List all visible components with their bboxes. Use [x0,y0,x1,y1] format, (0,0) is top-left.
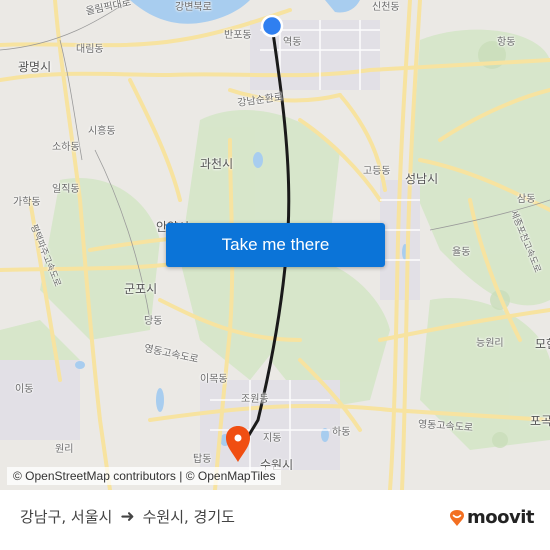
map-attribution[interactable]: © OpenStreetMap contributors | © OpenMap… [7,467,282,485]
map-label: 가학동 [13,197,41,208]
route-summary: 강남구, 서울시 ➜ 수원시, 경기도 [20,506,235,527]
map-label: 일직동 [52,184,80,195]
map-label: 고등동 [363,166,391,177]
map-label: 성남시 [405,172,439,186]
map-label: 광명시 [18,60,52,74]
origin-dot-icon [260,14,284,38]
map-label: 반포동 [224,30,252,41]
map-label: 신천동 [372,2,400,13]
map-label: 삼동 [517,194,536,205]
map-label: 대림동 [76,44,104,55]
map-label: 이동 [15,384,34,395]
moovit-logo[interactable]: moovit [449,507,535,528]
map-label: 지동 [263,433,282,444]
map-label: 항동 [497,37,516,48]
footer: 강남구, 서울시 ➜ 수원시, 경기도 moovit [0,490,550,550]
arrow-right-icon: ➜ [120,506,135,527]
map-label: 군포시 [124,282,158,296]
map-label: 모현 [535,337,550,351]
map-label: 능원리 [476,338,504,349]
map-label: 역동 [283,37,302,48]
map-label: 탑동 [193,454,212,465]
map-label: 이목동 [200,374,228,385]
map-label: 하동 [332,427,351,438]
map-label: 조원동 [241,394,269,405]
moovit-pin-icon [450,509,464,526]
map-label: 과천시 [200,157,234,171]
destination-label: 수원시, 경기도 [142,508,235,526]
map-label: 원리 [55,444,74,455]
map-label: 강변북로 [175,2,212,13]
map[interactable]: 올림픽대로 강변북로 신천동 반포동 역동 대림동 광명시 항동 강남순환로 시… [0,0,550,490]
map-label: 소하동 [52,142,80,153]
moovit-wordmark: moovit [467,507,535,528]
take-me-there-button[interactable]: Take me there [166,223,385,267]
origin-label: 강남구, 서울시 [20,508,113,526]
map-label: 당동 [144,316,163,327]
map-label: 시흥동 [88,126,116,137]
map-label: 율동 [452,247,471,258]
map-label: 포곡 [530,414,550,428]
